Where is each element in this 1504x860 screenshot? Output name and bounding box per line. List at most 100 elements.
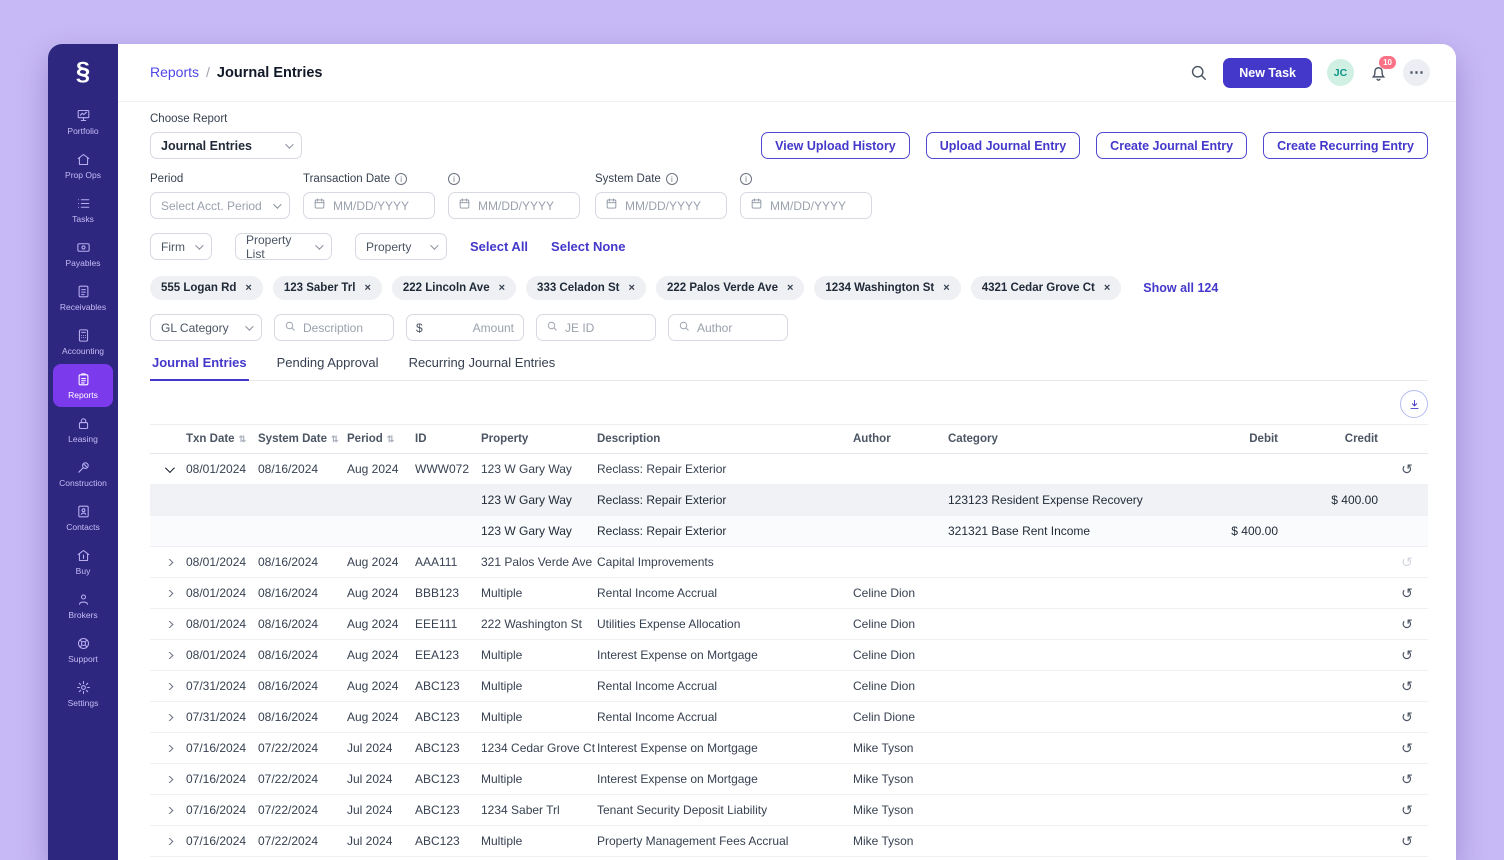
new-task-button[interactable]: New Task [1223, 58, 1312, 88]
property-list-select[interactable]: Property List [235, 233, 332, 260]
reverse-entry-icon[interactable] [1401, 462, 1413, 476]
sidebar-item-construction[interactable]: Construction [53, 452, 113, 495]
breadcrumb-reports-link[interactable]: Reports [150, 64, 199, 80]
chevron-right-icon[interactable] [163, 714, 173, 721]
header-txn-date[interactable]: Txn Date [186, 433, 258, 445]
tab-journal-entries[interactable]: Journal Entries [150, 355, 249, 381]
header-period[interactable]: Period [347, 433, 415, 445]
chevron-right-icon[interactable] [163, 683, 173, 690]
sidebar-item-receivables[interactable]: Receivables [53, 276, 113, 319]
period-select[interactable]: Select Acct. Period [150, 192, 290, 219]
view-upload-history-button[interactable]: View Upload History [761, 132, 910, 159]
avatar[interactable]: JC [1327, 59, 1354, 86]
transaction-date-from-input[interactable] [303, 192, 435, 219]
reverse-entry-icon[interactable] [1401, 648, 1413, 662]
sidebar-item-accounting[interactable]: Accounting [53, 320, 113, 363]
chip-remove-icon[interactable] [499, 283, 505, 294]
upload-journal-entry-button[interactable]: Upload Journal Entry [926, 132, 1080, 159]
sidebar-item-buy[interactable]: Buy [53, 540, 113, 583]
chip-remove-icon[interactable] [1104, 283, 1110, 294]
more-options-button[interactable] [1403, 59, 1430, 86]
reverse-entry-icon[interactable] [1401, 555, 1413, 569]
amount-field[interactable] [430, 321, 514, 335]
je-id-field[interactable] [565, 321, 646, 335]
author-filter[interactable] [668, 314, 788, 341]
author-field[interactable] [697, 321, 778, 335]
table-row[interactable]: 08/01/202408/16/2024Aug 2024EEA123Multip… [150, 640, 1428, 671]
table-row[interactable]: 08/01/202408/16/2024Aug 2024BBB123Multip… [150, 578, 1428, 609]
chevron-right-icon[interactable] [163, 807, 173, 814]
chevron-right-icon[interactable] [163, 838, 173, 845]
reverse-entry-icon[interactable] [1401, 772, 1413, 786]
download-button[interactable] [1400, 390, 1428, 418]
system-date-from-field[interactable] [625, 199, 717, 213]
chip-remove-icon[interactable] [787, 283, 793, 294]
gl-category-select[interactable]: GL Category [150, 314, 262, 341]
chevron-right-icon[interactable] [163, 652, 173, 659]
sidebar-item-settings[interactable]: Settings [53, 672, 113, 715]
sidebar-item-support[interactable]: Support [53, 628, 113, 671]
description-field[interactable] [303, 321, 384, 335]
reverse-entry-icon[interactable] [1401, 617, 1413, 631]
property-chip[interactable]: 333 Celadon St [526, 276, 646, 300]
table-row[interactable]: 08/01/202408/16/2024Aug 2024WWW072123 W … [150, 454, 1428, 485]
system-date-to-field[interactable] [770, 199, 862, 213]
property-chip[interactable]: 123 Saber Trl [273, 276, 382, 300]
table-row[interactable]: 07/16/202407/22/2024Jul 2024ABC123Multip… [150, 764, 1428, 795]
chevron-down-icon[interactable] [164, 466, 174, 473]
table-row[interactable]: 08/01/202408/16/2024Aug 2024AAA111321 Pa… [150, 547, 1428, 578]
tab-recurring-journal-entries[interactable]: Recurring Journal Entries [407, 355, 558, 380]
reverse-entry-icon[interactable] [1401, 586, 1413, 600]
transaction-date-to-field[interactable] [478, 199, 570, 213]
description-filter[interactable] [274, 314, 394, 341]
search-icon[interactable] [1189, 63, 1208, 82]
reverse-entry-icon[interactable] [1401, 834, 1413, 848]
app-logo[interactable] [48, 44, 118, 98]
firm-select[interactable]: Firm [150, 233, 212, 260]
sidebar-item-leasing[interactable]: Leasing [53, 408, 113, 451]
reverse-entry-icon[interactable] [1401, 741, 1413, 755]
chip-remove-icon[interactable] [629, 283, 635, 294]
sidebar-item-tasks[interactable]: Tasks [53, 188, 113, 231]
chevron-right-icon[interactable] [163, 590, 173, 597]
info-icon[interactable] [666, 173, 678, 185]
reverse-entry-icon[interactable] [1401, 679, 1413, 693]
system-date-from-input[interactable] [595, 192, 727, 219]
info-icon[interactable] [448, 173, 460, 185]
sidebar-item-brokers[interactable]: Brokers [53, 584, 113, 627]
sidebar-item-reports[interactable]: Reports [53, 364, 113, 407]
header-system-date[interactable]: System Date [258, 433, 347, 445]
chevron-right-icon[interactable] [163, 776, 173, 783]
chip-remove-icon[interactable] [364, 283, 370, 294]
amount-filter[interactable]: $ [406, 314, 524, 341]
property-chip[interactable]: 555 Logan Rd [150, 276, 263, 300]
chevron-right-icon[interactable] [163, 745, 173, 752]
reverse-entry-icon[interactable] [1401, 803, 1413, 817]
chip-remove-icon[interactable] [245, 283, 251, 294]
select-all-link[interactable]: Select All [470, 239, 528, 254]
tab-pending-approval[interactable]: Pending Approval [275, 355, 381, 380]
notifications-button[interactable]: 10 [1369, 63, 1388, 82]
chevron-right-icon[interactable] [163, 621, 173, 628]
table-row[interactable]: 07/16/202407/22/2024Jul 2024ABC1231234 S… [150, 795, 1428, 826]
table-row[interactable]: 08/01/202408/16/2024Aug 2024EEE111222 Wa… [150, 609, 1428, 640]
property-chip[interactable]: 222 Lincoln Ave [392, 276, 516, 300]
transaction-date-to-input[interactable] [448, 192, 580, 219]
table-row[interactable]: 07/16/202407/22/2024Jul 2024ABC123Multip… [150, 826, 1428, 857]
table-row[interactable]: 07/16/202407/22/2024Jul 2024ABC1231234 C… [150, 733, 1428, 764]
property-chip[interactable]: 222 Palos Verde Ave [656, 276, 804, 300]
create-recurring-entry-button[interactable]: Create Recurring Entry [1263, 132, 1428, 159]
property-chip[interactable]: 1234 Washington St [814, 276, 960, 300]
select-none-link[interactable]: Select None [551, 239, 625, 254]
sidebar-item-contacts[interactable]: Contacts [53, 496, 113, 539]
reverse-entry-icon[interactable] [1401, 710, 1413, 724]
info-icon[interactable] [740, 173, 752, 185]
report-select[interactable]: Journal Entries [150, 132, 302, 159]
property-chip[interactable]: 4321 Cedar Grove Ct [971, 276, 1122, 300]
show-all-link[interactable]: Show all 124 [1143, 281, 1218, 295]
sidebar-item-portfolio[interactable]: Portfolio [53, 100, 113, 143]
chip-remove-icon[interactable] [943, 283, 949, 294]
create-journal-entry-button[interactable]: Create Journal Entry [1096, 132, 1247, 159]
chevron-right-icon[interactable] [163, 559, 173, 566]
sidebar-item-payables[interactable]: Payables [53, 232, 113, 275]
